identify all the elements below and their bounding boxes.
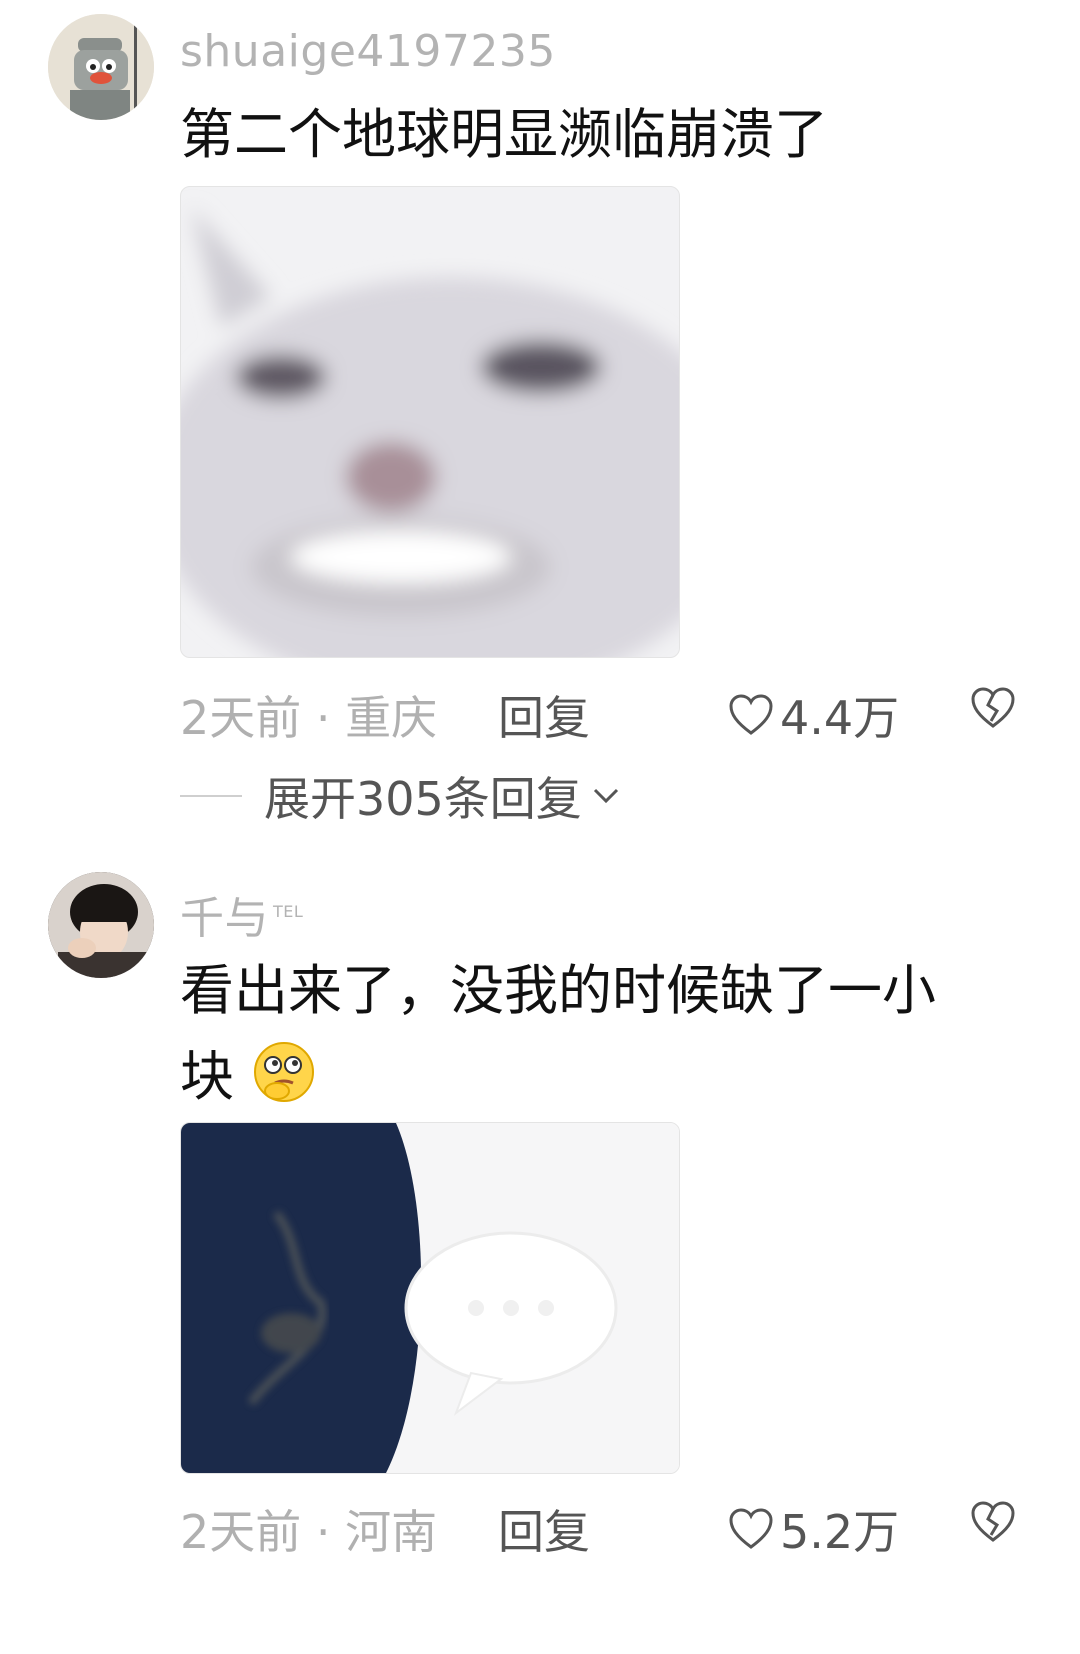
avatar[interactable] [48, 14, 154, 120]
divider-line [180, 795, 242, 797]
reply-button[interactable]: 回复 [498, 682, 590, 748]
heart-icon [729, 1508, 773, 1549]
user-badge: TEL [273, 902, 304, 922]
person-avatar-icon [48, 872, 154, 978]
like-button[interactable]: 5.2万 [728, 1496, 899, 1562]
reply-button[interactable]: 回复 [498, 1496, 590, 1562]
chevron-down-icon [593, 788, 618, 804]
expand-replies-button[interactable]: 展开305条回复 [180, 766, 622, 826]
time-location: 2天前 · 河南 [180, 1505, 438, 1559]
comment-text: 看出来了，没我的时候缺了一小块 [180, 948, 970, 1120]
username-text: 千与 [180, 893, 269, 944]
expand-replies-label: 展开305条回复 [264, 772, 582, 826]
thinking-face-emoji-icon [254, 1042, 315, 1102]
comment-image[interactable] [180, 186, 680, 658]
cat-meme-image [181, 187, 679, 657]
earth-chat-bubble-image [181, 1123, 679, 1473]
broken-heart-icon [971, 687, 1015, 728]
heart-icon [729, 694, 773, 735]
time-location: 2天前 · 重庆 [180, 691, 438, 745]
comment-meta: 2天前 · 河南 回复 5.2万 [180, 1496, 1040, 1559]
comment-image[interactable] [180, 1122, 680, 1474]
knight-avatar-icon [48, 14, 154, 120]
like-count: 4.4万 [780, 691, 900, 745]
username[interactable]: 千与 TEL [180, 882, 303, 946]
like-button[interactable]: 4.4万 [728, 682, 899, 748]
comment-meta: 2天前 · 重庆 回复 4.4万 [180, 682, 1040, 745]
like-count: 5.2万 [780, 1505, 900, 1559]
comment-text: 第二个地球明显濒临崩溃了 [180, 103, 828, 166]
username[interactable]: shuaige4197235 [180, 26, 556, 77]
broken-heart-icon [971, 1501, 1015, 1542]
dislike-button[interactable] [970, 686, 1016, 740]
avatar[interactable] [48, 872, 154, 978]
dislike-button[interactable] [970, 1500, 1016, 1554]
